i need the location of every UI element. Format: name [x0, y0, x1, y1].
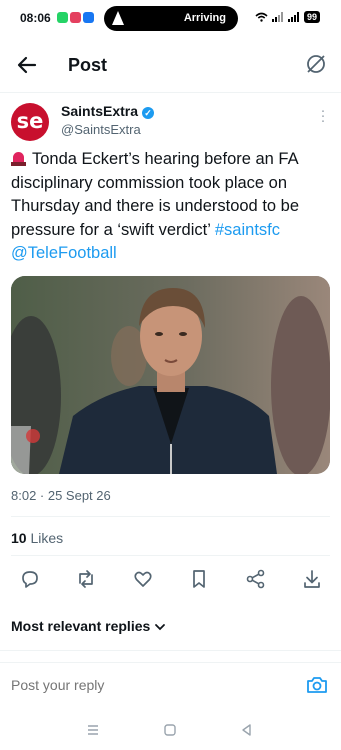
likes-number: 10: [11, 530, 27, 546]
tweet-text: Tonda Eckert’s hearing before an FA disc…: [11, 148, 331, 266]
tweet-timestamp: 8:02 · 25 Sept 26: [11, 488, 111, 503]
author-name[interactable]: SaintsExtra ✓: [61, 103, 155, 119]
avatar[interactable]: se: [11, 103, 49, 141]
wifi-icon: [255, 12, 268, 22]
tweet-photo[interactable]: [11, 276, 330, 474]
system-nav-bar: [0, 710, 341, 750]
sync-icon[interactable]: [303, 51, 329, 77]
more-icon[interactable]: · · ·: [320, 103, 326, 128]
hashtag-link[interactable]: #saintsfc: [215, 221, 280, 239]
navigation-arrow-icon: [112, 11, 124, 25]
recent-apps-icon[interactable]: [85, 722, 101, 738]
verified-icon: ✓: [142, 107, 155, 119]
repost-icon[interactable]: [75, 568, 97, 590]
reply-icon[interactable]: [19, 568, 41, 590]
reply-bar: [0, 662, 341, 709]
back-nav-icon[interactable]: [239, 722, 255, 738]
likes-divider: [11, 555, 330, 556]
author-handle[interactable]: @SaintsExtra: [61, 122, 141, 137]
header-divider: [0, 92, 341, 93]
navigation-live-activity[interactable]: Arriving: [104, 6, 238, 31]
bookmark-icon[interactable]: [188, 568, 210, 590]
replies-sort-dropdown[interactable]: Most relevant replies: [11, 618, 166, 634]
camera-icon[interactable]: [305, 673, 329, 697]
back-arrow-icon[interactable]: [14, 52, 40, 78]
action-bar: [0, 568, 341, 594]
notification-icons: [57, 12, 94, 23]
post-header: Post: [0, 40, 341, 90]
likes-label: Likes: [26, 530, 64, 546]
home-icon[interactable]: [162, 722, 178, 738]
system-icons: 99: [255, 11, 320, 23]
battery-level: 99: [303, 11, 320, 23]
replies-divider: [0, 650, 341, 651]
page-title: Post: [68, 55, 108, 75]
share-icon[interactable]: [245, 568, 267, 590]
facebook-icon: [83, 12, 94, 23]
download-icon[interactable]: [301, 568, 323, 590]
reply-input[interactable]: [11, 677, 271, 693]
meta-divider: [11, 516, 330, 517]
author-name-text: SaintsExtra: [61, 103, 139, 119]
whatsapp-icon: [57, 12, 68, 23]
mention-link[interactable]: @TeleFootball: [11, 244, 117, 262]
likes-count[interactable]: 10 Likes: [11, 530, 63, 546]
chevron-down-icon: [155, 624, 166, 631]
siren-icon: [11, 150, 26, 166]
status-time: 08:06: [20, 11, 51, 25]
replies-sort-label: Most relevant replies: [11, 618, 151, 634]
signal-2-icon: [287, 12, 299, 22]
arriving-label: Arriving: [183, 12, 226, 24]
status-bar: 08:06 Arriving 99: [0, 0, 341, 36]
signal-1-icon: [271, 12, 283, 22]
instagram-icon: [70, 12, 81, 23]
photo-person: [11, 276, 330, 474]
like-icon[interactable]: [132, 568, 154, 590]
